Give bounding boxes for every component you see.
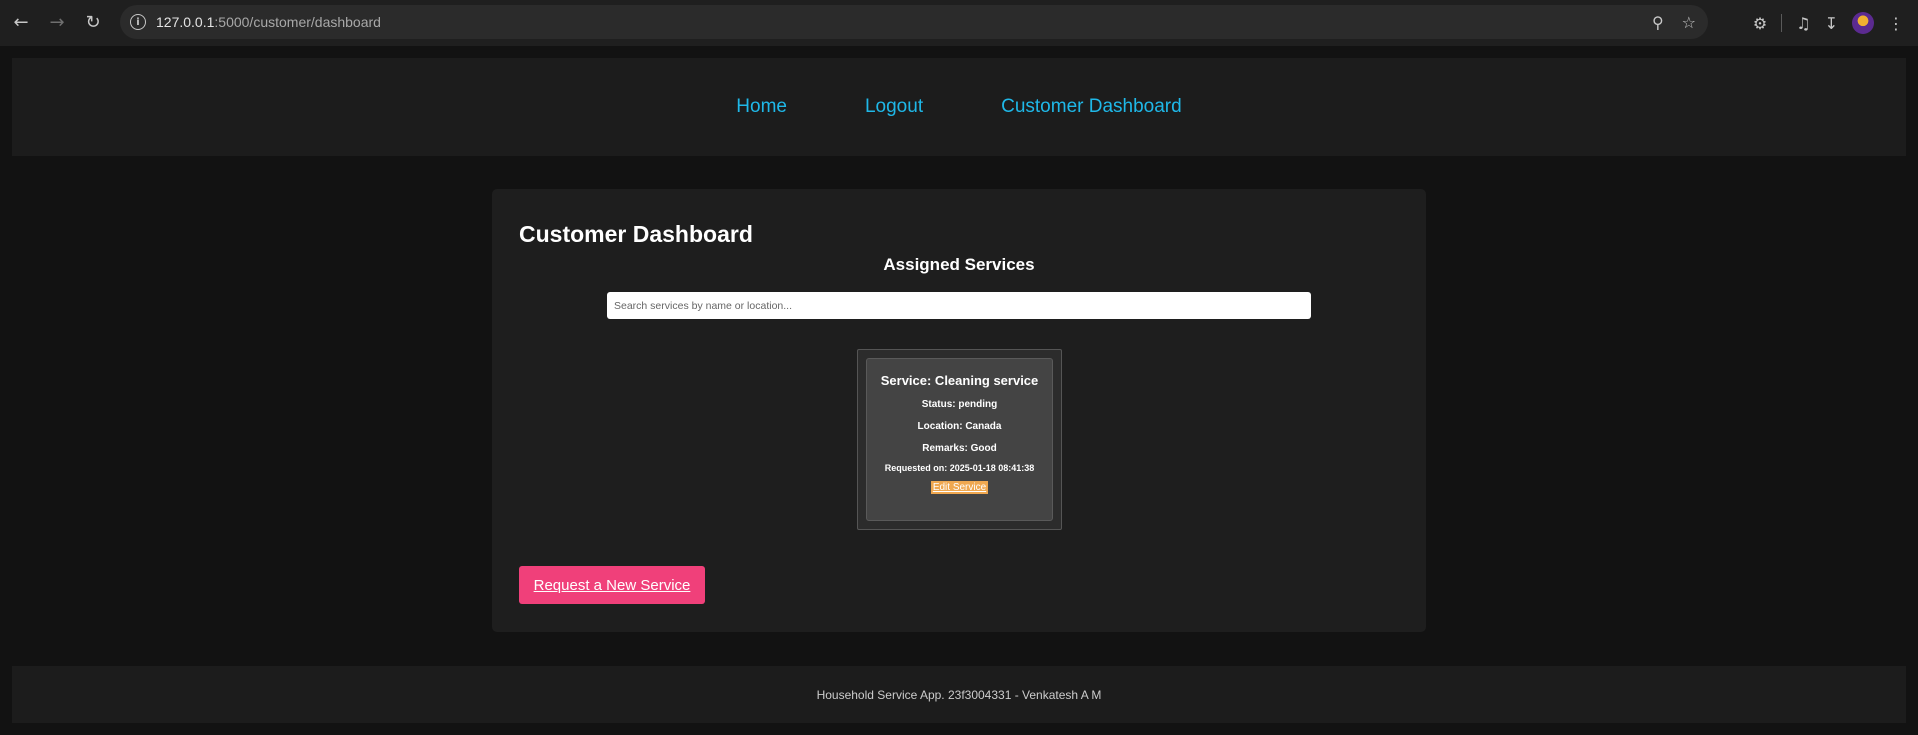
search-input[interactable] [607, 292, 1311, 319]
edit-service-button[interactable]: Edit Service [930, 481, 989, 494]
url-text[interactable]: 127.0.0.1:5000/customer/dashboard [156, 14, 381, 30]
service-status: Status: pending [921, 399, 998, 410]
request-new-service-button[interactable]: Request a New Service [519, 566, 705, 604]
arrow-left-icon: ← [13, 11, 29, 33]
arrow-right-icon: → [49, 11, 65, 33]
url-host: 127.0.0.1 [156, 14, 215, 30]
reload-icon: ↻ [85, 11, 101, 33]
bookmark-star-icon[interactable]: ☆ [1682, 13, 1696, 32]
toolbar-divider [1781, 14, 1783, 32]
address-bar[interactable]: i 127.0.0.1:5000/customer/dashboard ⚲ ☆ [120, 5, 1708, 39]
service-title: Service: Cleaning service [880, 373, 1039, 388]
url-path: :5000/customer/dashboard [214, 14, 381, 30]
zoom-icon[interactable]: ⚲ [1652, 13, 1664, 32]
footer-text: Household Service App. 23f3004331 - Venk… [816, 687, 1102, 702]
service-remarks: Remarks: Good [922, 443, 997, 454]
service-requested-date: Requested on: 2025-01-18 08:41:38 [884, 463, 1035, 473]
service-card: Service: Cleaning service Status: pendin… [866, 358, 1053, 521]
media-controls-icon[interactable]: ♫ [1796, 14, 1810, 33]
extensions-icon[interactable]: ⚙ [1753, 14, 1767, 33]
service-list: Service: Cleaning service Status: pendin… [857, 349, 1062, 530]
browser-toolbar: ← → ↻ i 127.0.0.1:5000/customer/dashboar… [0, 0, 1918, 46]
nav-link-logout[interactable]: Logout [865, 96, 923, 118]
service-location: Location: Canada [917, 421, 1002, 432]
dashboard-card: Customer Dashboard Assigned Services Ser… [492, 189, 1426, 632]
nav-link-customer-dashboard[interactable]: Customer Dashboard [1001, 96, 1182, 118]
menu-kebab-icon[interactable]: ⋮ [1888, 14, 1904, 33]
back-button[interactable]: ← [3, 4, 39, 40]
download-icon[interactable]: ↧ [1825, 14, 1838, 33]
reload-button[interactable]: ↻ [75, 4, 111, 40]
profile-avatar-icon[interactable] [1852, 12, 1874, 34]
section-title: Assigned Services [883, 255, 1035, 274]
footer: Household Service App. 23f3004331 - Venk… [12, 666, 1906, 723]
site-info-icon[interactable]: i [130, 14, 146, 30]
forward-button[interactable]: → [39, 4, 75, 40]
page-title: Customer Dashboard [519, 221, 753, 247]
nav-link-home[interactable]: Home [736, 96, 787, 118]
site-nav: Home Logout Customer Dashboard [12, 58, 1906, 156]
